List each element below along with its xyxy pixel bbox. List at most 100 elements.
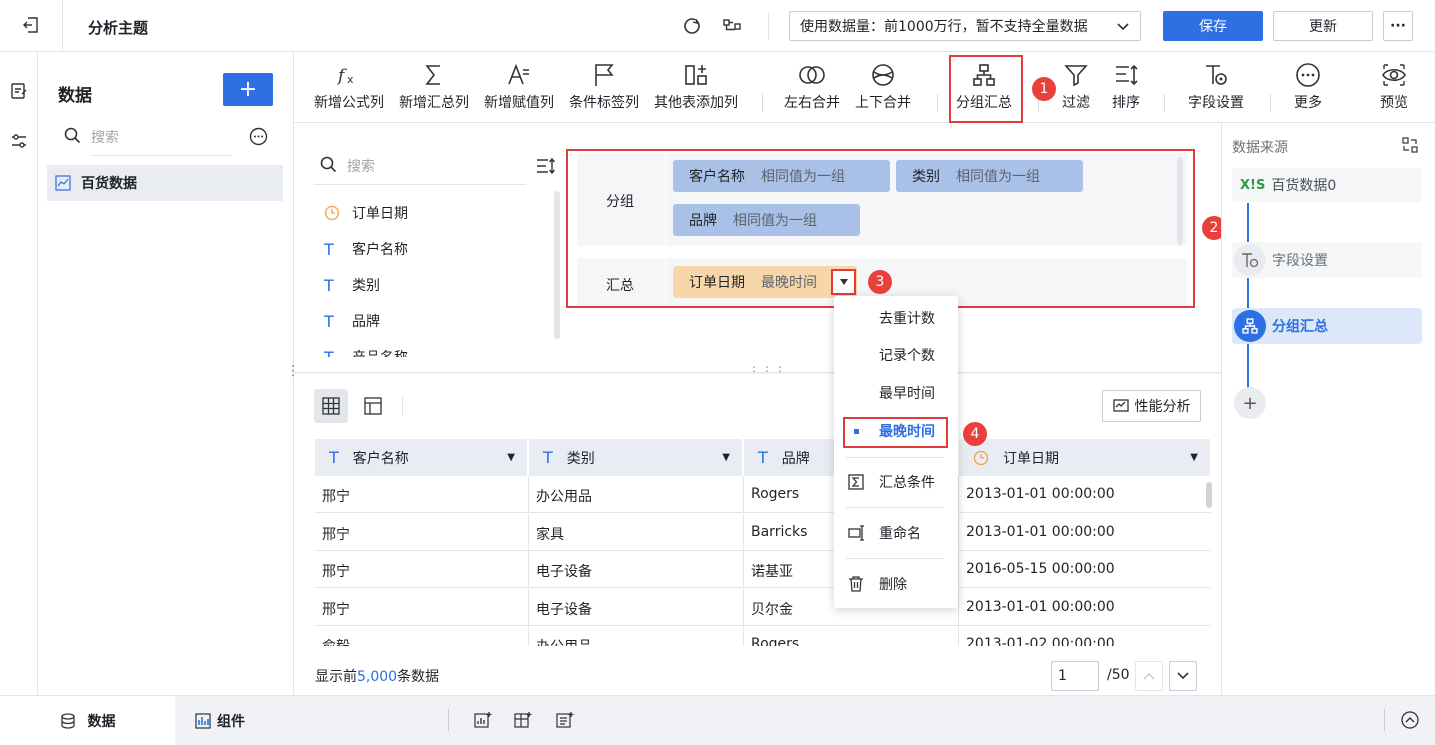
column-header[interactable]: T 客户名称 ▼ (315, 439, 528, 476)
menu-item-delete[interactable]: 删除 (834, 568, 958, 600)
text-type-icon: T (758, 448, 768, 467)
table-row[interactable]: 俞毅 办公用品 Rogers 2013-01-02 00:00:00 (315, 626, 1211, 646)
field-settings-tool[interactable]: 字段设置 (1188, 60, 1244, 112)
refresh-icon[interactable] (682, 16, 702, 36)
next-page-button[interactable] (1169, 661, 1197, 691)
tab-data[interactable]: 数据 (0, 696, 175, 745)
step-group-summary[interactable]: 分组汇总 (1232, 308, 1422, 344)
source-node[interactable]: X!S 百货数据0 (1232, 168, 1422, 202)
column-header[interactable]: 订单日期 ▼ (959, 439, 1211, 476)
text-type-icon: T (324, 275, 334, 295)
collapse-up-icon[interactable] (1401, 711, 1419, 729)
table-cell: 2013-01-01 00:00:00 (966, 486, 1115, 502)
table-cell: 办公用品 (536, 636, 592, 646)
save-button[interactable]: 保存 (1163, 11, 1263, 41)
back-icon[interactable] (22, 16, 40, 34)
performance-analysis-button[interactable]: 性能分析 (1102, 390, 1201, 422)
add-assign-column-tool[interactable]: 新增赋值列 (484, 60, 554, 112)
field-item[interactable]: T 品牌 (324, 311, 380, 331)
assign-icon (508, 63, 529, 85)
condition-tag-column-tool[interactable]: 条件标签列 (569, 60, 639, 112)
caret-down-icon[interactable]: ▼ (507, 452, 515, 463)
field-item[interactable]: T产品名称 (324, 347, 408, 358)
clock-icon (973, 450, 989, 465)
table-cell: 俞毅 (322, 636, 350, 646)
table-row[interactable]: 邢宁 家具 Barricks 2013-01-01 00:00:00 (315, 513, 1211, 551)
table-cell: 2016-05-15 00:00:00 (966, 561, 1115, 577)
column-divider (958, 551, 959, 588)
more-tool[interactable]: 更多 (1294, 60, 1322, 112)
column-header[interactable]: T 类别 ▼ (529, 439, 743, 476)
tab-component[interactable]: 组件 (175, 696, 265, 745)
menu-item-distinct-count[interactable]: 去重计数 (834, 302, 958, 334)
table-cell: Barricks (751, 523, 808, 540)
field-item[interactable]: 订单日期 (324, 203, 408, 223)
prev-page-button[interactable] (1135, 661, 1163, 691)
field-item[interactable]: T 类别 (324, 275, 380, 295)
table-cell: 电子设备 (536, 601, 592, 618)
menu-item-record-count[interactable]: 记录个数 (834, 339, 958, 371)
lineage-icon[interactable] (722, 16, 742, 36)
chevron-down-icon (1177, 672, 1189, 680)
column-divider (528, 476, 529, 513)
update-button[interactable]: 更新 (1273, 11, 1373, 41)
table-row[interactable]: 邢宁 电子设备 诺基亚 2016-05-15 00:00:00 (315, 551, 1211, 588)
table-view-button[interactable] (314, 389, 348, 423)
caret-down-icon[interactable]: ▼ (722, 452, 730, 463)
rename-icon (848, 525, 864, 541)
add-formula-column-tool[interactable]: fx 新增公式列 (314, 60, 384, 112)
dataset-item[interactable]: 百货数据 (47, 165, 283, 201)
table-cell: Rogers (751, 636, 800, 646)
column-divider (743, 551, 744, 588)
group-tree-icon (1242, 318, 1258, 334)
menu-item-rename[interactable]: 重命名 (834, 517, 958, 549)
caret-down-icon[interactable]: ▼ (1190, 452, 1198, 463)
add-summary-column-tool[interactable]: 新增汇总列 (399, 60, 469, 112)
step-field-settings[interactable]: 字段设置 (1232, 242, 1422, 278)
data-panel: 数据 + 搜索 百货数据 (38, 52, 294, 695)
top-bottom-merge-tool[interactable]: 上下合并 (855, 60, 911, 112)
dataset-icon[interactable] (10, 82, 28, 100)
filter-tool[interactable]: 过滤 (1062, 60, 1090, 112)
field-search-input[interactable]: 搜索 (314, 156, 526, 185)
preview-tool[interactable]: 预览 (1380, 60, 1408, 112)
add-dataset-button[interactable]: + (223, 73, 273, 106)
trash-icon (849, 576, 863, 592)
more-circle-icon[interactable] (249, 127, 268, 146)
more-circle-icon (1296, 63, 1320, 87)
page-input[interactable]: 1 (1051, 661, 1099, 691)
table-cell: Rogers (751, 486, 800, 502)
formula-icon: fx (336, 66, 354, 86)
more-button[interactable]: ··· (1383, 11, 1413, 41)
layout-view-button[interactable] (356, 389, 390, 423)
text-type-icon: T (324, 347, 334, 358)
highlight-box-4 (843, 417, 948, 448)
field-sort-icon[interactable] (535, 156, 557, 178)
data-limit-select[interactable]: 使用数据量：前1000万行，暂不支持全量数据 (789, 11, 1141, 41)
chart-line-icon (55, 175, 71, 191)
add-other-table-column-tool[interactable]: 其他表添加列 (654, 60, 738, 112)
add-table-icon[interactable] (514, 711, 532, 729)
column-divider (958, 588, 959, 626)
left-rail (0, 52, 38, 695)
table-row[interactable]: 邢宁 办公用品 Rogers 2013-01-01 00:00:00 (315, 476, 1211, 513)
switch-layout-icon[interactable] (1402, 137, 1418, 153)
highlight-box-1 (949, 55, 1023, 123)
chevron-down-icon (1117, 23, 1129, 31)
table-scrollbar[interactable] (1206, 482, 1212, 508)
search-input[interactable]: 搜索 (91, 127, 231, 156)
left-right-merge-tool[interactable]: 左右合并 (784, 60, 840, 112)
add-step-button[interactable]: + (1234, 387, 1266, 419)
add-chart-icon[interactable] (474, 711, 492, 729)
menu-item-earliest-time[interactable]: 最早时间 (834, 377, 958, 409)
table-row[interactable]: 邢宁 电子设备 贝尔金 2013-01-01 00:00:00 (315, 588, 1211, 626)
text-type-icon: T (543, 448, 553, 467)
settings-sliders-icon[interactable] (10, 132, 28, 150)
table-footer: 显示前5,000条数据 (315, 669, 440, 685)
table-cell: 邢宁 (322, 489, 350, 505)
excel-icon: X!S (1240, 177, 1266, 193)
menu-item-summary-condition[interactable]: 汇总条件 (834, 466, 958, 498)
field-item[interactable]: T 客户名称 (324, 239, 408, 259)
sort-tool[interactable]: 排序 (1112, 60, 1140, 112)
add-text-icon[interactable] (556, 711, 574, 729)
